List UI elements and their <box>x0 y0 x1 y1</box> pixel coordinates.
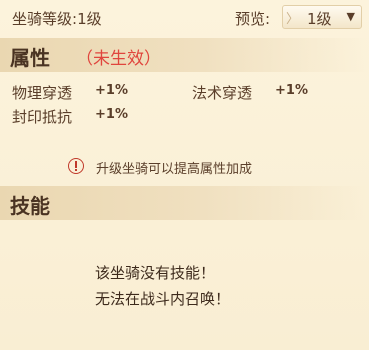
exclamation-circle-icon <box>68 158 84 174</box>
no-skill-message: 该坐骑没有技能！ <box>95 264 216 282</box>
attribute-name: 封印抵抗 <box>12 108 73 126</box>
preview-label: 预览: <box>235 10 271 28</box>
attribute-value: +1% <box>95 107 128 122</box>
chevron-right-icon: 〉 <box>286 12 300 27</box>
attribute-item: 封印抵抗 +1% <box>12 106 128 127</box>
no-summon-message: 无法在战斗内召唤！ <box>95 290 231 308</box>
preview-level-select[interactable]: 〉 1级 ▼ <box>282 5 362 29</box>
attribute-value: +1% <box>95 83 128 98</box>
attribute-name: 物理穿透 <box>12 84 73 102</box>
skills-title: 技能 <box>10 194 50 218</box>
attribute-name: 法术穿透 <box>192 84 253 102</box>
skills-section-header: 技能 <box>0 186 369 220</box>
mount-level-label: 坐骑等级: <box>12 10 78 28</box>
attribute-item: 物理穿透 +1% <box>12 82 128 103</box>
preview-level-value: 1级 <box>307 10 332 28</box>
attributes-status: （未生效） <box>76 49 161 69</box>
mount-info-panel: 坐骑等级:1级 预览: 〉 1级 ▼ 属性 （未生效） 物理穿透 +1% 法术穿… <box>0 0 369 350</box>
attribute-item: 法术穿透 +1% <box>192 82 308 103</box>
upgrade-tip-text: 升级坐骑可以提高属性加成 <box>96 162 253 177</box>
mount-level-value: 1级 <box>77 10 102 28</box>
triangle-down-icon: ▼ <box>346 10 355 23</box>
attribute-value: +1% <box>275 83 308 98</box>
attributes-title: 属性 <box>10 46 50 70</box>
attributes-section-header: 属性 （未生效） <box>0 38 369 72</box>
mount-level: 坐骑等级:1级 <box>12 8 102 29</box>
mount-level-header: 坐骑等级:1级 预览: 〉 1级 ▼ <box>0 0 369 34</box>
